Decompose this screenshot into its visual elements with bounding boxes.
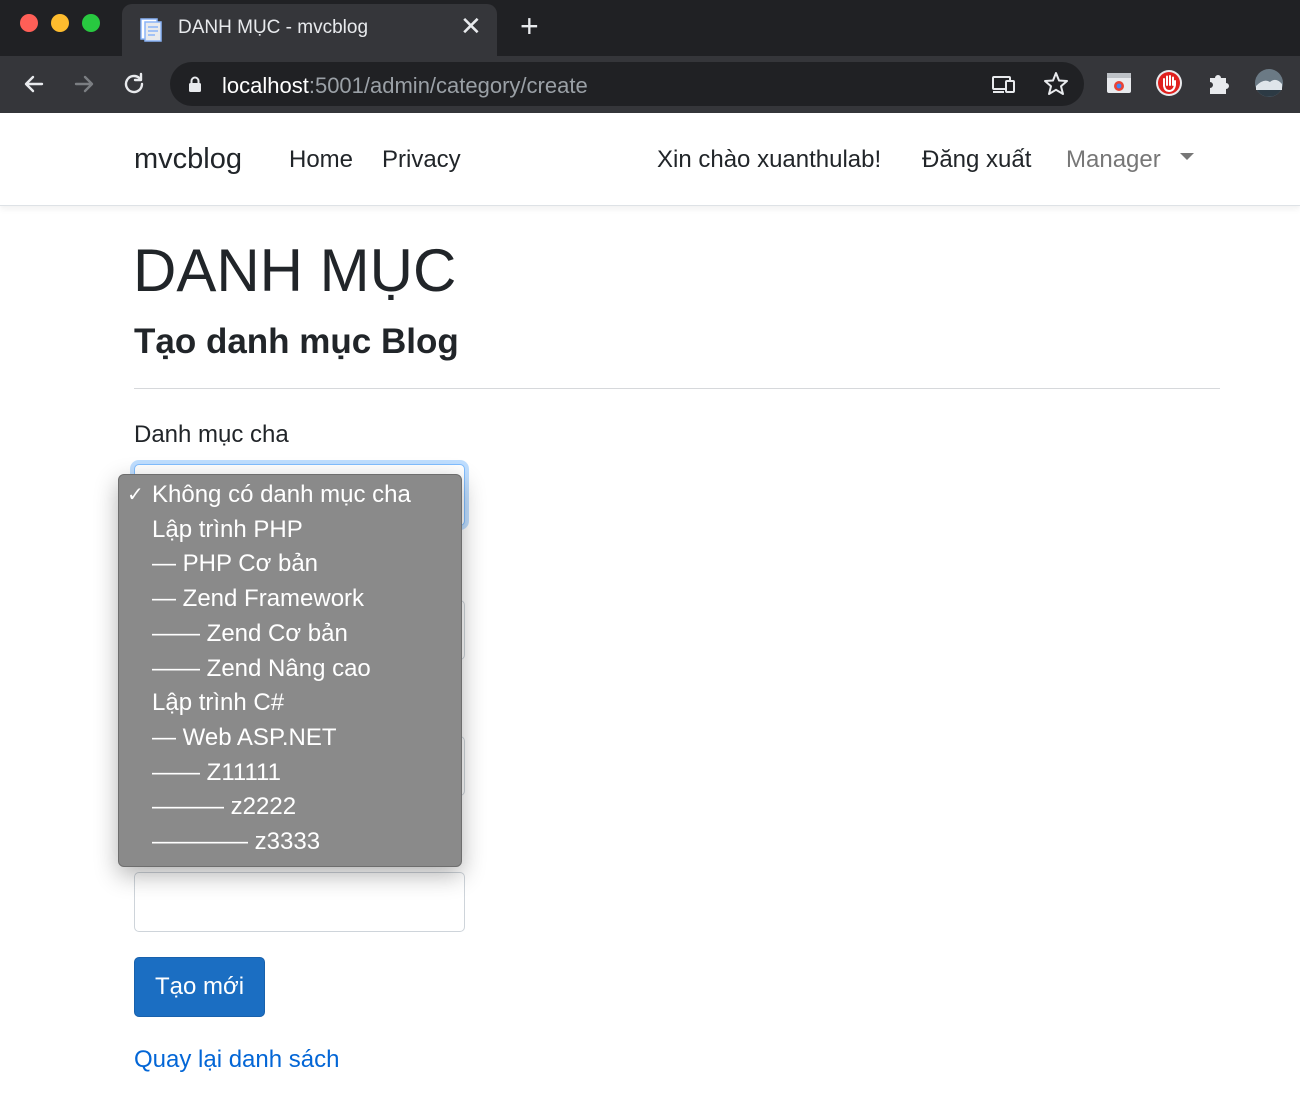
browser-tab[interactable]: DANH MỤC - mvcblog ✕ — [122, 4, 497, 56]
url-text[interactable]: localhost:5001/admin/category/create — [222, 73, 588, 99]
dropdown-option-label: —— Z11111 — [152, 758, 281, 786]
browser-tab-bar: DANH MỤC - mvcblog ✕ + — [0, 0, 1300, 56]
bookmark-star-icon[interactable] — [1042, 70, 1070, 98]
dropdown-option[interactable]: —— Z11111 — [119, 756, 461, 791]
tab-close-icon[interactable]: ✕ — [460, 13, 482, 39]
page-favicon-icon — [140, 18, 162, 42]
tab-title: DANH MỤC - mvcblog — [178, 17, 369, 38]
nav-link-home[interactable]: Home — [289, 146, 353, 174]
create-button[interactable]: Tạo mới — [134, 957, 265, 1017]
dropdown-option-label: ——— z2222 — [152, 793, 297, 821]
dropdown-option[interactable]: — Web ASP.NET — [119, 721, 461, 756]
dropdown-option[interactable]: ———— z3333 — [119, 825, 461, 860]
chevron-down-icon[interactable] — [1180, 153, 1194, 160]
extensions-puzzle-icon[interactable] — [1204, 68, 1234, 98]
address-bar[interactable]: localhost:5001/admin/category/create — [170, 62, 1084, 106]
reload-icon[interactable] — [118, 68, 150, 100]
greeting-link[interactable]: Xin chào xuanthulab! — [657, 146, 881, 174]
dropdown-option[interactable]: Lập trình PHP — [119, 513, 461, 548]
dropdown-option-label: —— Zend Nâng cao — [152, 654, 371, 682]
site-navbar: mvcblog Home Privacy Xin chào xuanthulab… — [0, 113, 1300, 206]
page-title: DANH MỤC — [133, 237, 457, 304]
dropdown-option[interactable]: — PHP Cơ bản — [119, 547, 461, 582]
dropdown-option[interactable]: — Zend Framework — [119, 582, 461, 617]
dropdown-option[interactable]: —— Zend Cơ bản — [119, 617, 461, 652]
dropdown-option[interactable]: ——— z2222 — [119, 790, 461, 825]
brand-link[interactable]: mvcblog — [134, 143, 242, 176]
divider — [134, 388, 1220, 389]
dropdown-option-label: — Web ASP.NET — [152, 723, 337, 751]
checkmark-icon: ✓ — [127, 484, 144, 506]
lock-icon[interactable] — [188, 76, 202, 93]
page-subtitle: Tạo danh mục Blog — [134, 322, 459, 361]
extension-chrome-icon[interactable] — [1104, 68, 1134, 98]
dropdown-option[interactable]: Lập trình C# — [119, 686, 461, 721]
minimize-window-button[interactable] — [51, 14, 69, 32]
new-tab-button[interactable]: + — [520, 10, 539, 42]
browser-toolbar: localhost:5001/admin/category/create — [0, 56, 1300, 113]
logout-link[interactable]: Đăng xuất — [922, 146, 1031, 174]
back-to-list-link[interactable]: Quay lại danh sách — [134, 1046, 339, 1074]
parent-category-label: Danh mục cha — [134, 421, 289, 448]
parent-category-dropdown[interactable]: ✓ Không có danh mục cha Lập trình PHP — PHP… — [118, 474, 462, 867]
close-window-button[interactable] — [20, 14, 38, 32]
dropdown-option-label: Lập trình PHP — [152, 515, 303, 543]
nav-link-privacy[interactable]: Privacy — [382, 146, 461, 174]
back-arrow-icon[interactable] — [18, 68, 50, 100]
manager-dropdown-toggle[interactable]: Manager — [1066, 146, 1161, 174]
dropdown-option[interactable]: ✓ Không có danh mục cha — [119, 478, 461, 513]
dropdown-option-label: ———— z3333 — [152, 828, 321, 855]
profile-avatar-icon[interactable] — [1254, 68, 1284, 98]
forward-arrow-icon[interactable] — [68, 68, 100, 100]
dropdown-option-label: Lập trình C# — [152, 689, 285, 717]
maximize-window-button[interactable] — [82, 14, 100, 32]
dropdown-option[interactable]: —— Zend Nâng cao — [119, 652, 461, 687]
dropdown-option-label: Không có danh mục cha — [152, 481, 411, 508]
dropdown-option-label: —— Zend Cơ bản — [152, 619, 348, 647]
adblock-hand-icon[interactable] — [1154, 68, 1184, 98]
dropdown-option-label: — Zend Framework — [152, 585, 365, 613]
cast-device-icon[interactable] — [990, 70, 1018, 98]
dropdown-option-label: — PHP Cơ bản — [152, 550, 319, 578]
slug-input[interactable] — [134, 872, 465, 932]
